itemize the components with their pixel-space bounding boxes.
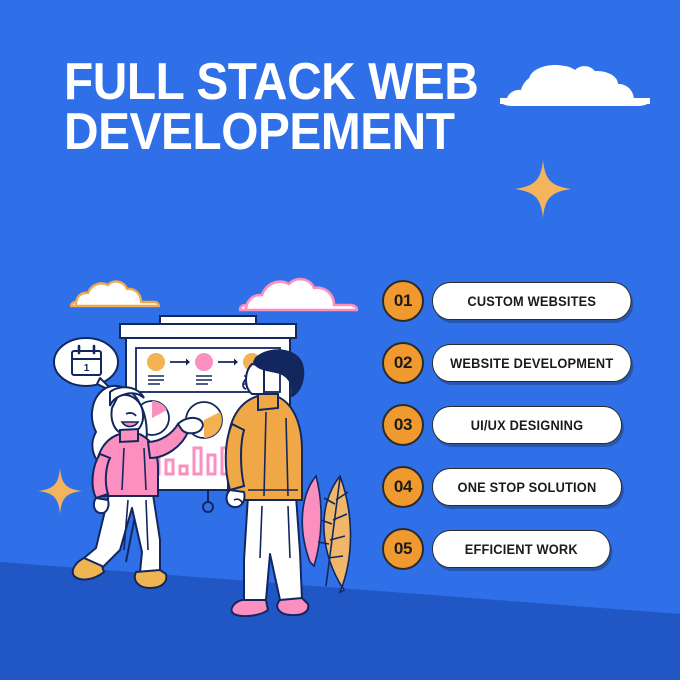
service-number-badge: 01 bbox=[382, 280, 424, 322]
cloud-icon bbox=[500, 65, 650, 106]
list-item[interactable]: 03 UI/UX DESIGNING bbox=[382, 394, 652, 456]
service-pill[interactable]: WEBSITE DEVELOPMENT bbox=[432, 344, 632, 382]
service-number-badge: 02 bbox=[382, 342, 424, 384]
list-item[interactable]: 05 EFFICIENT WORK bbox=[382, 518, 652, 580]
plant-leaves bbox=[301, 474, 352, 594]
poster-canvas: FULL STACK WEB DEVELOPEMENT 1 01 CUSTOM … bbox=[0, 0, 680, 680]
calendar-icon: 1 bbox=[71, 344, 102, 376]
list-item[interactable]: 01 CUSTOM WEBSITES bbox=[382, 270, 652, 332]
svg-text:1: 1 bbox=[84, 363, 90, 374]
services-list: 01 CUSTOM WEBSITES 02 WEBSITE DEVELOPMEN… bbox=[382, 270, 652, 580]
sparkle-icon bbox=[515, 160, 571, 218]
service-pill[interactable]: ONE STOP SOLUTION bbox=[432, 468, 622, 506]
list-item[interactable]: 02 WEBSITE DEVELOPMENT bbox=[382, 332, 652, 394]
list-item[interactable]: 04 ONE STOP SOLUTION bbox=[382, 456, 652, 518]
service-number-badge: 05 bbox=[382, 528, 424, 570]
service-number-badge: 03 bbox=[382, 404, 424, 446]
team-presentation-illustration: 1 bbox=[53, 315, 352, 618]
service-pill[interactable]: CUSTOM WEBSITES bbox=[432, 282, 632, 320]
page-title: FULL STACK WEB DEVELOPEMENT bbox=[64, 53, 479, 161]
speech-bubble: 1 bbox=[53, 337, 119, 393]
service-pill[interactable]: UI/UX DESIGNING bbox=[432, 406, 622, 444]
service-pill[interactable]: EFFICIENT WORK bbox=[432, 530, 611, 568]
service-number-badge: 04 bbox=[382, 466, 424, 508]
